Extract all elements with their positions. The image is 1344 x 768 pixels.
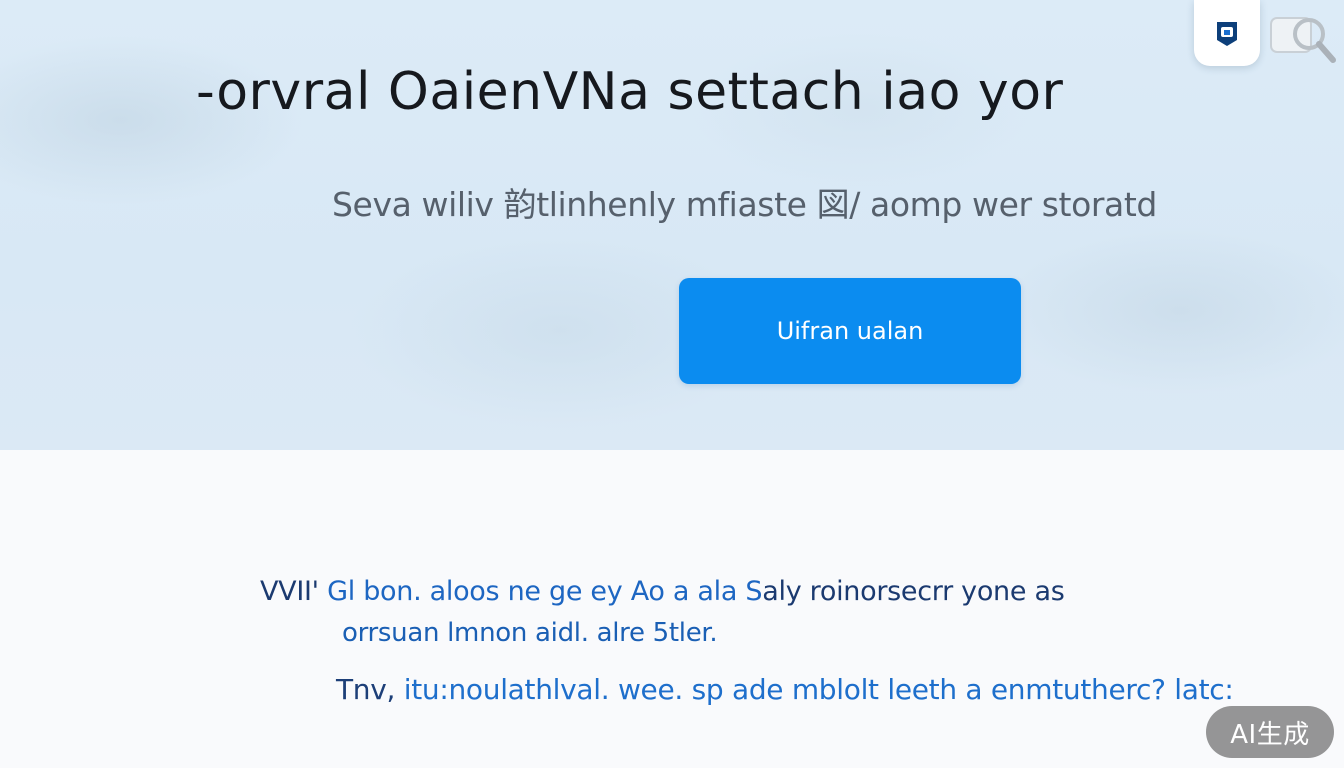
landing-page: -orvral OaienVNa settach iao yor Seva wi… bbox=[0, 0, 1344, 768]
hero-subtitle: Seva wiliv 韵tlinhenly mfiaste 図/ aomp we… bbox=[332, 185, 1157, 224]
search-icon[interactable] bbox=[1262, 6, 1344, 70]
ai-generated-badge: AI生成 bbox=[1206, 706, 1334, 758]
paragraph-3-link[interactable]: itu:noulathlval. wee. sp ade mblolt leet… bbox=[404, 673, 983, 706]
hero-title: -orvral OaienVNa settach iao yor bbox=[196, 62, 1064, 122]
hero-section: -orvral OaienVNa settach iao yor Seva wi… bbox=[0, 0, 1344, 450]
paragraph-1-link[interactable]: Gl bon. aloos ne ge ey bbox=[327, 576, 623, 607]
paragraph-1-highlight: Ao a ala S bbox=[630, 576, 763, 607]
paragraph-3: Tnv, itu:noulathlval. wee. sp ade mblolt… bbox=[336, 673, 1234, 706]
paragraph-1: VVII' Gl bon. aloos ne ge ey Ao a ala Sa… bbox=[260, 576, 1065, 607]
content-section bbox=[0, 450, 1344, 768]
cta-button[interactable]: Uifran ualan bbox=[679, 278, 1021, 384]
paragraph-2: orrsuan lmnon aidl. alre 5tler. bbox=[342, 618, 718, 648]
paragraph-1-tail: aly roinorsecrr yone as bbox=[762, 576, 1065, 607]
paragraph-3-tail: enmtutherc? latc: bbox=[990, 673, 1234, 706]
search-icon-glyph bbox=[1270, 17, 1336, 63]
app-logo-icon-glyph bbox=[1217, 22, 1237, 46]
paragraph-1-lead: VVII' bbox=[260, 576, 319, 607]
paragraph-3-lead: Tnv, bbox=[336, 673, 396, 706]
app-logo-icon[interactable] bbox=[1194, 0, 1260, 66]
